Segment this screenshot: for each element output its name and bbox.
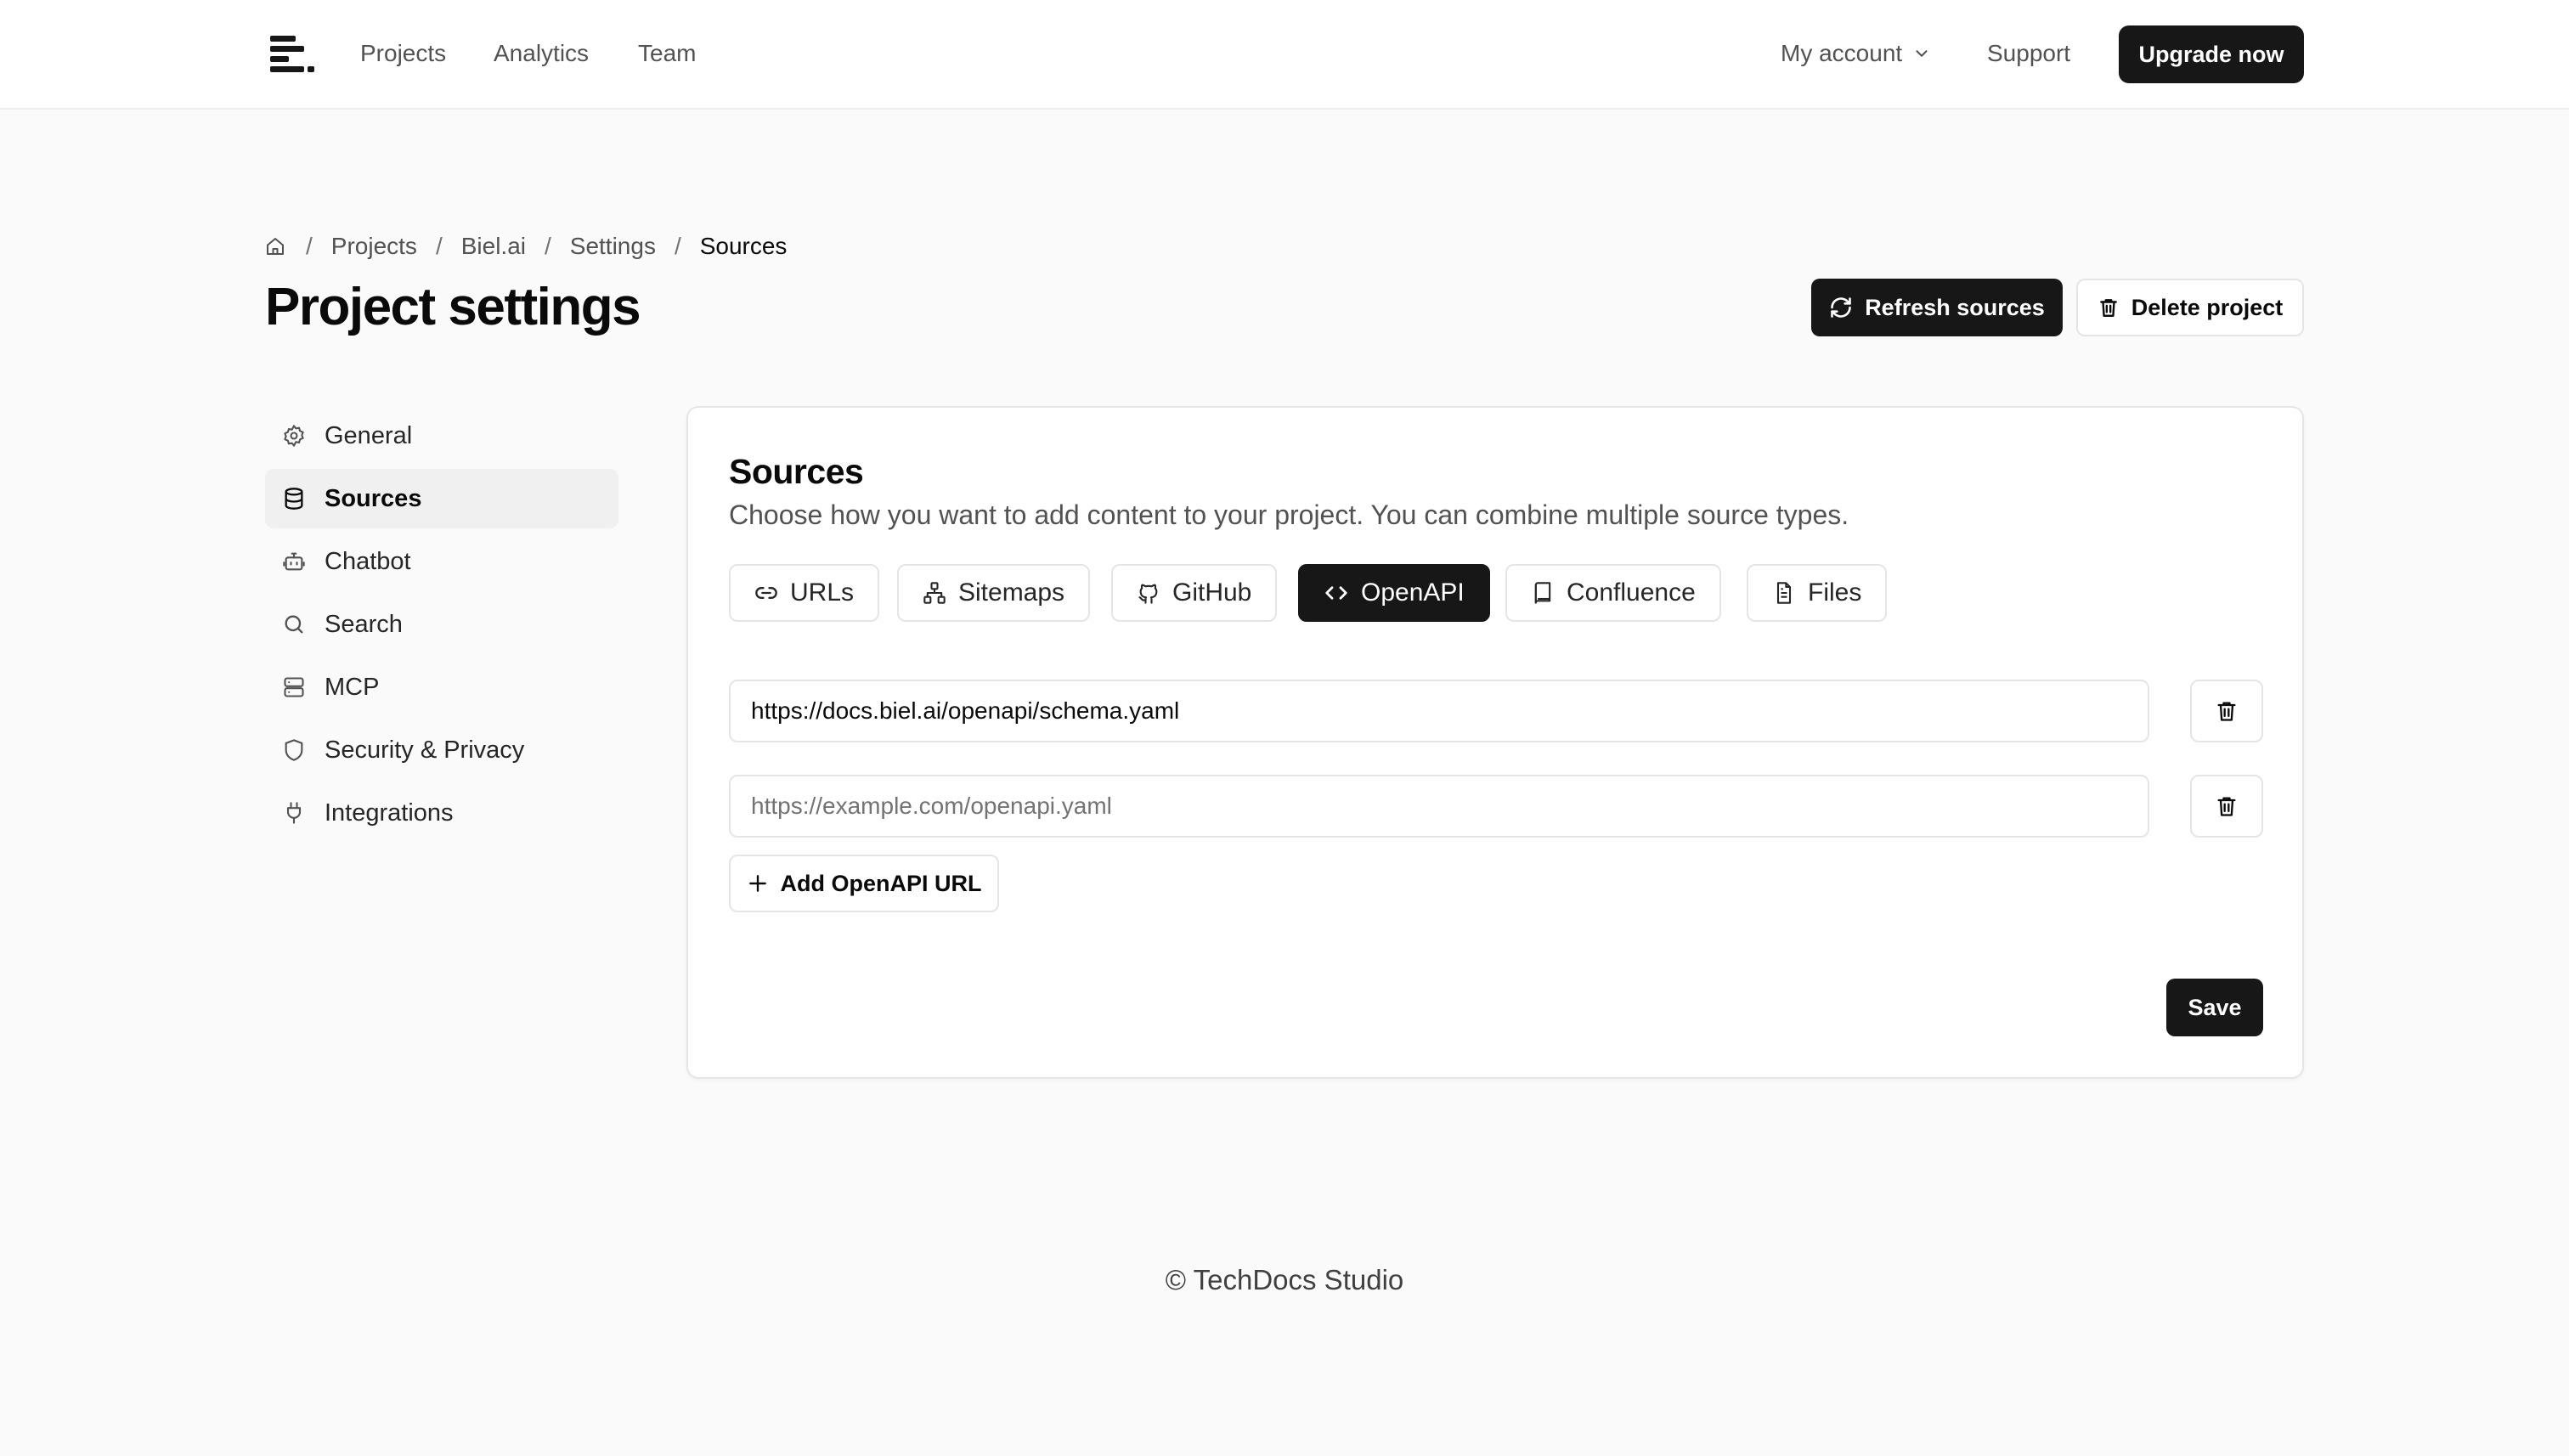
- sidebar-item-integrations[interactable]: Integrations: [265, 783, 618, 843]
- file-icon: [1772, 581, 1796, 605]
- add-openapi-url-label: Add OpenAPI URL: [780, 870, 982, 896]
- refresh-icon: [1829, 296, 1853, 319]
- sidebar-item-label: General: [325, 421, 413, 449]
- card-title: Sources: [729, 452, 864, 491]
- sources-card: Sources Choose how you want to add conte…: [686, 406, 2304, 1079]
- sidebar-item-mcp[interactable]: MCP: [265, 657, 618, 717]
- nav-analytics[interactable]: Analytics: [494, 37, 589, 71]
- chevron-down-icon: [1912, 44, 1931, 63]
- sidebar-item-security-privacy[interactable]: Security & Privacy: [265, 720, 618, 780]
- database-icon: [282, 487, 306, 511]
- tab-label: GitHub: [1172, 578, 1252, 607]
- github-icon: [1137, 581, 1160, 605]
- nav-projects[interactable]: Projects: [360, 37, 446, 71]
- my-account-menu[interactable]: My account: [1781, 37, 1931, 71]
- sitemap-icon: [923, 581, 946, 605]
- server-icon: [282, 675, 306, 699]
- sidebar-item-sources[interactable]: Sources: [265, 469, 618, 528]
- breadcrumb-separator: /: [306, 233, 313, 259]
- breadcrumb-settings[interactable]: Settings: [570, 233, 656, 260]
- sidebar-item-search[interactable]: Search: [265, 595, 618, 654]
- plus-icon: [747, 872, 769, 894]
- card-subtitle: Choose how you want to add content to yo…: [729, 499, 1849, 530]
- refresh-sources-button[interactable]: Refresh sources: [1811, 279, 2063, 336]
- nav-team[interactable]: Team: [638, 37, 696, 71]
- gear-icon: [282, 424, 306, 448]
- upgrade-now-button[interactable]: Upgrade now: [2119, 25, 2304, 83]
- tab-confluence[interactable]: Confluence: [1505, 564, 1721, 622]
- bot-icon: [282, 550, 306, 573]
- breadcrumb-current-sources: Sources: [699, 233, 788, 259]
- tab-openapi[interactable]: OpenAPI: [1298, 564, 1490, 622]
- plug-icon: [282, 801, 306, 825]
- breadcrumb-projects[interactable]: Projects: [331, 233, 417, 260]
- tab-sitemaps[interactable]: Sitemaps: [897, 564, 1091, 622]
- top-nav-bar: Projects Analytics Team My account Suppo…: [0, 0, 2569, 110]
- tab-label: URLs: [790, 578, 855, 607]
- sidebar-item-label: MCP: [325, 673, 380, 701]
- remove-url-button[interactable]: [2190, 680, 2263, 742]
- my-account-label: My account: [1781, 40, 1903, 66]
- breadcrumb-biel-ai[interactable]: Biel.ai: [461, 233, 526, 260]
- openapi-url-input[interactable]: [729, 680, 2149, 742]
- remove-url-button[interactable]: [2190, 775, 2263, 838]
- book-icon: [1531, 581, 1555, 605]
- tab-urls[interactable]: URLs: [729, 564, 880, 622]
- openapi-url-input[interactable]: [729, 775, 2149, 838]
- breadcrumb: / Projects / Biel.ai / Settings / Source…: [265, 229, 787, 263]
- sidebar-item-label: Sources: [325, 484, 422, 512]
- trash-icon: [2215, 794, 2239, 818]
- delete-project-label: Delete project: [2131, 294, 2284, 320]
- logo-icon[interactable]: [270, 34, 314, 73]
- tab-label: Confluence: [1567, 578, 1696, 607]
- sidebar-item-label: Search: [325, 610, 403, 638]
- link-icon: [754, 581, 778, 605]
- tab-label: Files: [1808, 578, 1862, 607]
- add-openapi-url-button[interactable]: Add OpenAPI URL: [729, 855, 999, 912]
- breadcrumb-separator: /: [674, 233, 681, 259]
- home-icon[interactable]: [265, 236, 285, 257]
- delete-project-button[interactable]: Delete project: [2076, 279, 2304, 336]
- trash-icon: [2098, 296, 2120, 319]
- tab-files[interactable]: Files: [1747, 564, 1888, 622]
- sidebar-item-label: Security & Privacy: [325, 736, 525, 764]
- nav-support[interactable]: Support: [1987, 37, 2070, 71]
- sidebar-item-label: Chatbot: [325, 547, 411, 575]
- tab-label: Sitemaps: [958, 578, 1065, 607]
- tab-github[interactable]: GitHub: [1111, 564, 1278, 622]
- sidebar-item-general[interactable]: General: [265, 406, 618, 466]
- breadcrumb-separator: /: [544, 233, 551, 259]
- sidebar-item-chatbot[interactable]: Chatbot: [265, 532, 618, 591]
- breadcrumb-separator: /: [435, 233, 443, 259]
- sidebar-item-label: Integrations: [325, 799, 454, 827]
- search-icon: [282, 612, 306, 636]
- save-button[interactable]: Save: [2166, 979, 2263, 1036]
- trash-icon: [2215, 699, 2239, 723]
- refresh-sources-label: Refresh sources: [1865, 294, 2045, 320]
- tab-label: OpenAPI: [1361, 578, 1465, 607]
- page-title: Project settings: [265, 278, 641, 336]
- footer-copyright: © TechDocs Studio: [1165, 1264, 1404, 1295]
- shield-icon: [282, 738, 306, 762]
- code-icon: [1324, 580, 1349, 606]
